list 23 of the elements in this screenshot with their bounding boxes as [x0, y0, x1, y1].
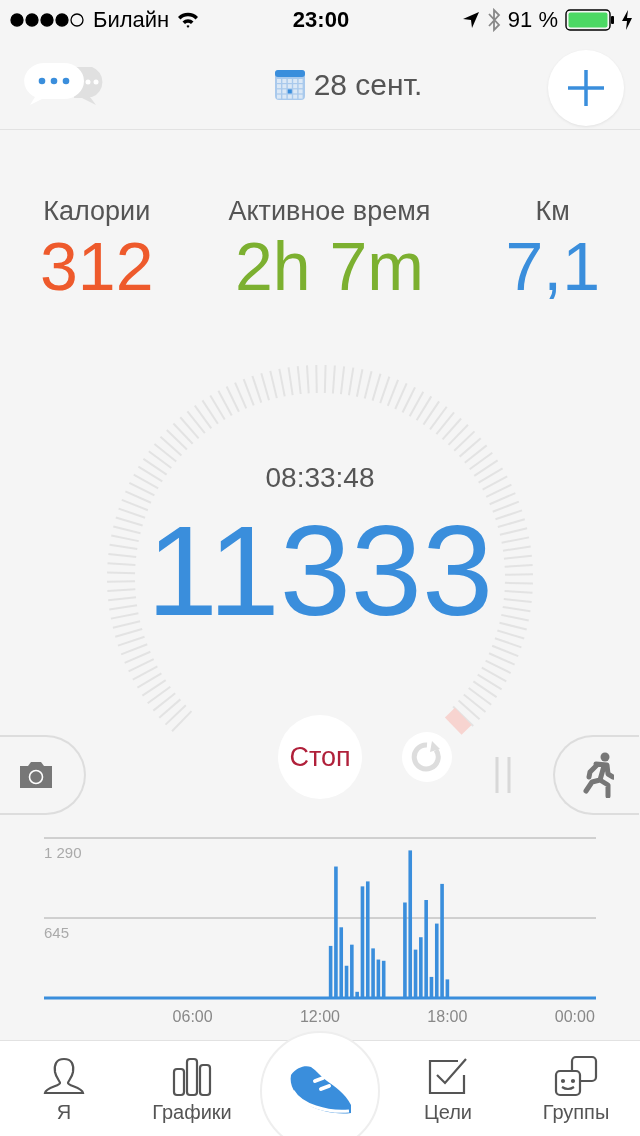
x-tick-label: 18:00 — [427, 1008, 468, 1025]
x-tick-label: 06:00 — [172, 1008, 213, 1025]
battery-percent: 91 % — [507, 7, 558, 33]
y-tick-label: 1 290 — [44, 844, 82, 861]
stop-button[interactable]: Стоп — [278, 715, 362, 799]
date-label[interactable]: 28 сент. — [313, 67, 423, 102]
tab[interactable]: Группы — [512, 1041, 640, 1136]
x-tick-label: 00:00 — [554, 1008, 595, 1025]
stat-label: Км — [535, 195, 570, 228]
x-tick-label: 12:00 — [300, 1008, 340, 1025]
stat-label: Активное время — [228, 195, 431, 228]
tab[interactable]: Графики — [128, 1041, 256, 1136]
stat-value: 2h 7m — [234, 228, 424, 304]
elapsed-time: 08:33:48 — [265, 461, 375, 495]
y-tick-label: 645 — [44, 924, 70, 941]
tab[interactable]: Я — [0, 1041, 128, 1136]
step-count: 11333 — [146, 506, 494, 636]
stat-value: 312 — [40, 228, 154, 304]
carrier-name: Билайн — [93, 7, 170, 33]
stat-value: 7,1 — [505, 228, 600, 304]
status-time: 23:00 — [292, 7, 350, 33]
tab[interactable]: Цели — [384, 1041, 512, 1136]
stat-label: Калории — [43, 195, 151, 228]
